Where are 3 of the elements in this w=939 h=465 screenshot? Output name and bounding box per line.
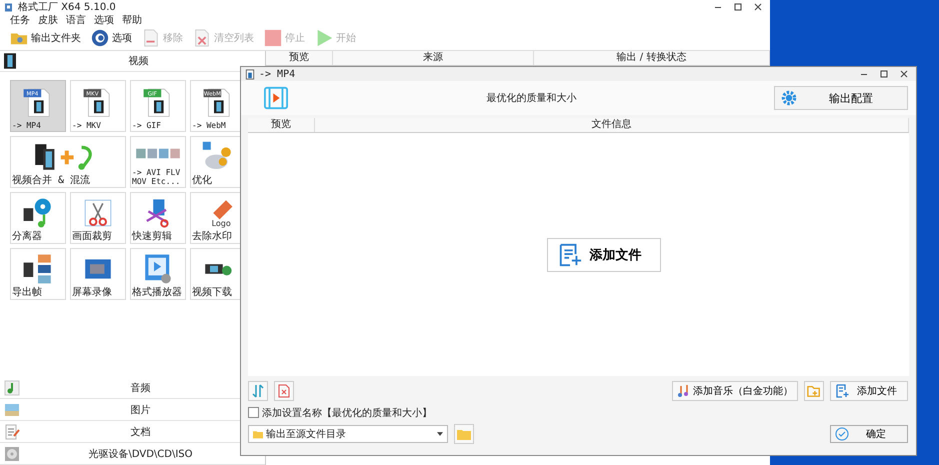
checkbox-label: 添加设置名称【最优化的质量和大小】 xyxy=(262,406,432,420)
window-title: 格式工厂 X64 5.10.0 xyxy=(18,0,116,14)
profile-heading: 最优化的质量和大小 xyxy=(486,92,578,105)
